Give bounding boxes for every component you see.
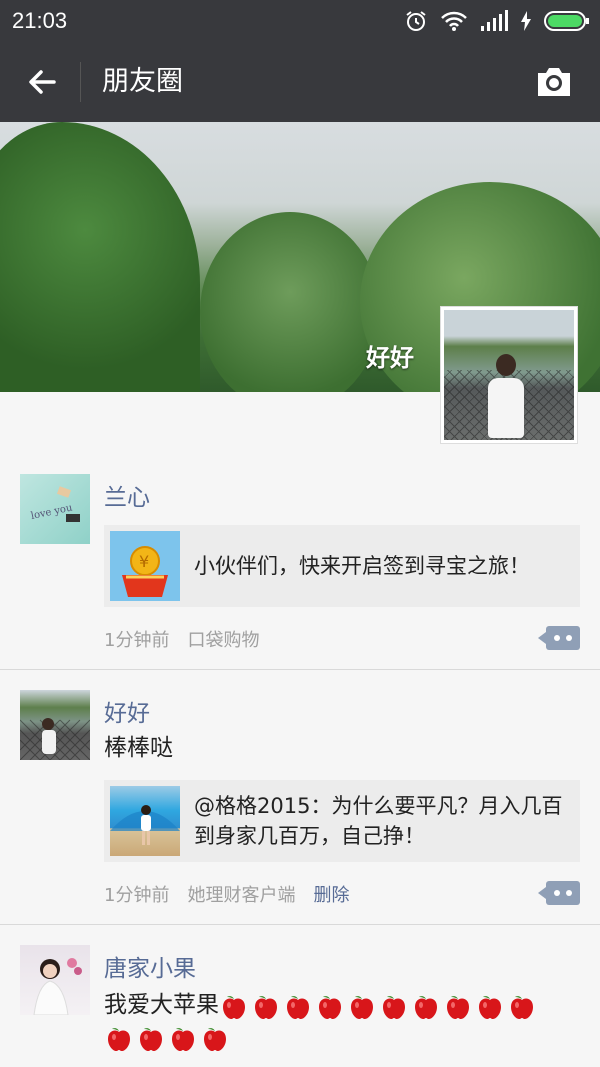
apple-emoji-icon <box>411 991 441 1021</box>
app-bar-divider <box>80 62 81 102</box>
post-source[interactable]: 她理财客户端 <box>187 881 295 907</box>
status-bar: 21:03 <box>0 0 600 42</box>
comment-button[interactable] <box>538 626 580 650</box>
shared-link-card[interactable]: @格格2015：为什么要平凡？月入几百到身家几百万，自己挣！ <box>104 780 580 862</box>
camera-icon[interactable] <box>534 64 574 100</box>
status-time: 21:03 <box>12 8 68 33</box>
charging-icon <box>521 11 531 31</box>
post-text: 我爱大苹果 <box>104 992 219 1018</box>
page-title: 朋友圈 <box>102 66 183 97</box>
post-time: 1分钟前 <box>104 885 170 906</box>
post-author-name[interactable]: 好好 <box>104 694 150 728</box>
back-arrow-icon[interactable] <box>24 64 60 100</box>
cover-tree <box>0 122 200 392</box>
delete-button[interactable]: 删除 <box>313 881 349 907</box>
post-avatar[interactable] <box>20 945 90 1015</box>
wifi-icon <box>441 11 467 31</box>
cover-owner-name: 好好 <box>366 344 414 372</box>
feed-post: love you 兰心 ¥ 小伙伴们，快来开启签到寻宝之旅！ 1分钟前 口袋购物 <box>0 452 600 670</box>
feed-post: 好好 棒棒哒 @格格2015：为什么要平凡？月入几百到身家几百万，自己挣！ 1分… <box>0 670 600 925</box>
post-text-container: 我爱大苹果 <box>104 989 564 1053</box>
post-author-name[interactable]: 兰心 <box>104 478 150 512</box>
apple-emoji-icon <box>283 991 313 1021</box>
link-thumbnail <box>110 786 180 856</box>
post-avatar[interactable] <box>20 690 90 760</box>
shared-link-card[interactable]: ¥ 小伙伴们，快来开启签到寻宝之旅！ <box>104 525 580 607</box>
battery-icon <box>544 11 589 31</box>
post-meta: 1分钟前 她理财客户端 删除 <box>104 881 349 907</box>
apple-emoji-icon <box>315 991 345 1021</box>
post-meta: 1分钟前 口袋购物 <box>104 626 259 652</box>
link-title: 小伙伴们，快来开启签到寻宝之旅！ <box>194 554 530 578</box>
post-author-name[interactable]: 唐家小果 <box>104 949 196 983</box>
post-time: 1分钟前 <box>104 630 170 651</box>
apple-emoji-icon <box>251 991 281 1021</box>
apple-emoji-icon <box>200 1023 230 1053</box>
apple-emoji-icon <box>219 991 249 1021</box>
apple-emoji-icon <box>475 991 505 1021</box>
feed-post: 唐家小果 我爱大苹果 <box>0 925 600 1067</box>
apple-emoji-icon <box>347 991 377 1021</box>
apple-emoji-icon <box>507 991 537 1021</box>
post-avatar[interactable]: love you <box>20 474 90 544</box>
link-thumbnail: ¥ <box>110 531 180 601</box>
comment-button[interactable] <box>538 881 580 905</box>
cover-tree <box>200 212 380 392</box>
apple-emoji-icon <box>136 1023 166 1053</box>
post-text: 棒棒哒 <box>104 735 173 761</box>
app-bar: 朋友圈 <box>0 42 600 122</box>
alarm-icon <box>406 11 426 31</box>
apple-emoji-icon <box>379 991 409 1021</box>
svg-text:¥: ¥ <box>139 552 149 571</box>
apple-emoji-icon <box>104 1023 134 1053</box>
apple-emoji-icon <box>443 991 473 1021</box>
post-source[interactable]: 口袋购物 <box>187 626 259 652</box>
apple-emoji-icon <box>168 1023 198 1053</box>
signal-icon <box>481 10 508 31</box>
link-title: @格格2015：为什么要平凡？月入几百到身家几百万，自己挣！ <box>194 794 563 848</box>
my-avatar[interactable] <box>440 306 578 444</box>
